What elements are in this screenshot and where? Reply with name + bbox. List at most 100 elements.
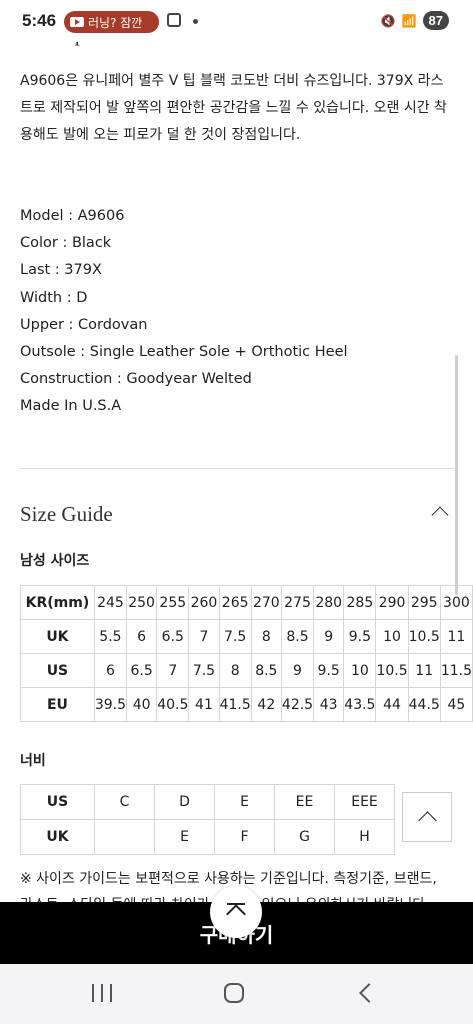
description-body: A9606은 유니페어 별주 V 팁 블랙 코도반 더비 슈즈입니다. 379X… (20, 73, 447, 143)
status-bar: 5:46 러닝? 잠깐 🔇 📶 87 (0, 0, 473, 42)
table-cell: 10 (343, 653, 377, 688)
table-cell: 9.5 (313, 653, 345, 688)
table-cell: 10 (375, 619, 409, 654)
table-cell: 245 (93, 585, 128, 620)
table-cell: 250 (126, 585, 158, 620)
table-cell: 285 (343, 585, 377, 620)
battery-indicator: 87 (422, 11, 449, 30)
table-cell: 7 (188, 619, 220, 654)
table-cell: C (94, 784, 155, 820)
table-cell: 295 (407, 585, 441, 620)
table-row: KR(mm) 245 250 255 260 265 270 275 280 2… (20, 585, 473, 620)
table-row: EU 39.5 40 40.5 41 41.5 42 42.5 43 43.5 … (20, 687, 473, 722)
status-time: 5:46 (22, 11, 57, 30)
row-label: UK (20, 819, 95, 855)
table-cell: 11 (407, 653, 441, 688)
table-cell: E (214, 784, 275, 820)
size-guide-title[interactable]: Size Guide (20, 502, 113, 527)
table-row: UK E F G H (20, 819, 395, 855)
table-cell: 40.5 (156, 687, 190, 722)
spec-last: Last : 379X (20, 262, 102, 279)
chevron-up-icon[interactable] (431, 506, 449, 524)
table-cell: 6 (93, 653, 128, 688)
table-cell: 7 (156, 653, 190, 688)
table-cell: F (214, 819, 275, 855)
row-label: EU (20, 687, 95, 722)
mute-icon: 🔇 (380, 13, 396, 28)
table-cell: EEE (334, 784, 395, 820)
table-cell: 45 (439, 687, 473, 722)
table-cell: H (334, 819, 395, 855)
spec-width: Width : D (20, 289, 88, 306)
youtube-icon (70, 17, 84, 27)
table-cell: 9.5 (343, 619, 377, 654)
table-cell: 10.5 (375, 653, 409, 688)
table-cell: 9 (280, 653, 315, 688)
table-cell: 41 (188, 687, 220, 722)
status-icons: 🔇 📶 87 (381, 11, 449, 30)
row-label: UK (20, 619, 95, 654)
table-cell: 7.5 (188, 653, 220, 688)
table-cell: 11 (439, 619, 473, 654)
notification-label: 러닝? 잠깐 (88, 15, 143, 30)
table-cell: D (154, 784, 215, 820)
more-notifications-dot-icon (193, 19, 198, 24)
table-cell: 40 (126, 687, 158, 722)
table-row: US C D E EE EEE (20, 784, 395, 820)
row-label: US (20, 784, 95, 820)
arrow-up-to-top-icon (227, 903, 245, 905)
system-nav-bar (0, 964, 473, 1024)
table-cell: 10.5 (407, 619, 441, 654)
table-cell: 6.5 (126, 653, 158, 688)
wifi-icon: 📶 (401, 13, 417, 28)
spec-model: Model : A9606 (20, 208, 125, 224)
table-cell: 44.5 (407, 687, 441, 722)
screenshot-icon (167, 13, 181, 27)
table-cell: 8 (218, 653, 252, 688)
table-cell: 6.5 (156, 619, 190, 654)
spec-upper: Upper : Cordovan (20, 316, 148, 333)
size-table: KR(mm) 245 250 255 260 265 270 275 280 2… (20, 585, 473, 722)
table-cell: 42.5 (280, 687, 315, 722)
table-cell: 270 (250, 585, 282, 620)
table-cell: 9 (313, 619, 345, 654)
home-icon[interactable] (224, 983, 244, 1003)
table-cell: 6 (126, 619, 158, 654)
back-icon[interactable] (359, 983, 379, 1003)
table-cell: 265 (218, 585, 252, 620)
table-cell: 255 (156, 585, 190, 620)
table-cell: 290 (375, 585, 409, 620)
width-heading: 너비 (20, 753, 46, 769)
scroll-up-fab[interactable] (210, 886, 262, 938)
table-cell: 275 (280, 585, 315, 620)
table-cell: 7.5 (218, 619, 252, 654)
recents-icon[interactable] (92, 984, 112, 1002)
section-divider (20, 468, 454, 469)
table-cell: G (274, 819, 335, 855)
width-table: US C D E EE EEE UK E F G H (20, 784, 395, 855)
table-cell: 11.5 (439, 653, 473, 688)
table-cell: EE (274, 784, 335, 820)
table-cell: 260 (188, 585, 220, 620)
table-cell: 8 (250, 619, 282, 654)
table-cell: 44 (375, 687, 409, 722)
spec-construction: Construction : Goodyear Welted (20, 371, 252, 388)
table-cell (94, 819, 155, 855)
spec-outsole: Outsole : Single Leather Sole + Orthotic… (20, 343, 348, 360)
row-label: US (20, 653, 95, 688)
table-cell: 42 (250, 687, 282, 722)
table-row: UK 5.5 6 6.5 7 7.5 8 8.5 9 9.5 10 10.5 1… (20, 619, 473, 654)
spec-origin: Made In U.S.A (20, 398, 122, 415)
table-cell: 39.5 (93, 687, 128, 722)
row-label: KR(mm) (20, 585, 95, 620)
table-cell: 43 (313, 687, 345, 722)
mens-size-heading: 남성 사이즈 (20, 553, 90, 569)
running-notification-chip[interactable]: 러닝? 잠깐 (64, 11, 159, 33)
table-cell: 41.5 (218, 687, 252, 722)
scrollbar[interactable] (455, 355, 458, 595)
scroll-to-top-button[interactable] (402, 792, 452, 842)
table-cell: 43.5 (343, 687, 377, 722)
table-cell: E (154, 819, 215, 855)
table-cell: 280 (313, 585, 345, 620)
table-cell: 8.5 (280, 619, 315, 654)
